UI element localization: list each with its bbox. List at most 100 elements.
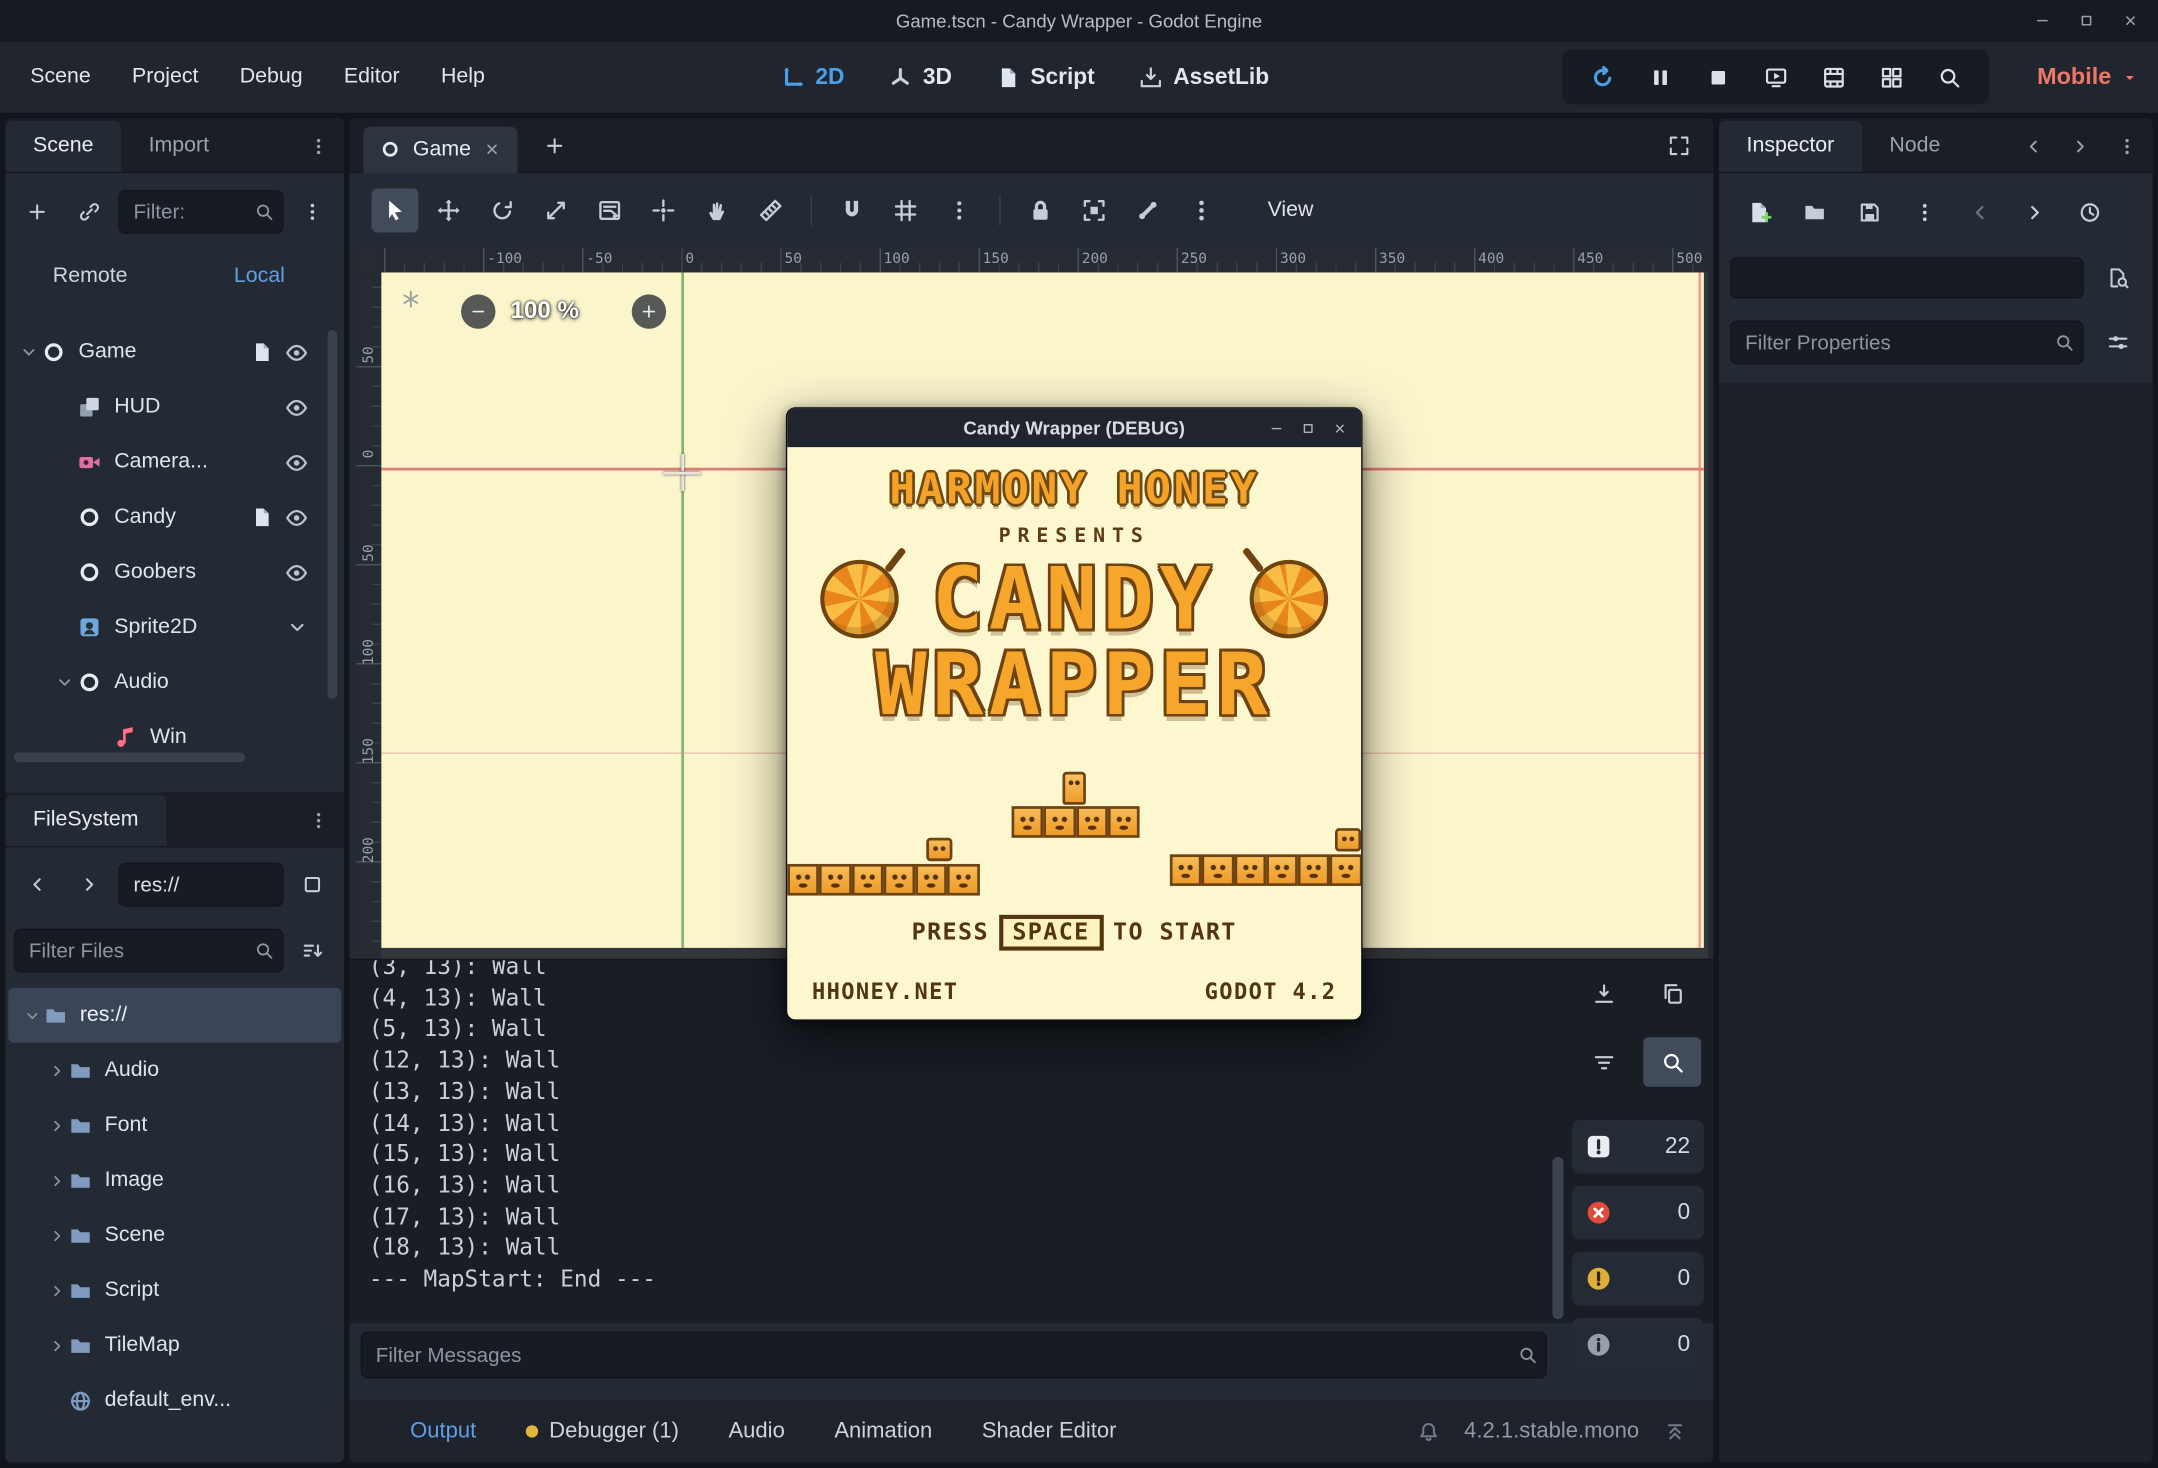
scene-node-audio[interactable]: Audio	[6, 655, 345, 710]
inspector-file-plus-button[interactable]	[1736, 190, 1783, 234]
scenedock-tab-scene[interactable]: Scene	[5, 121, 122, 172]
scene-tree-hscrollbar[interactable]	[13, 752, 245, 763]
bottom-tab-output[interactable]: Output	[391, 1408, 496, 1455]
visibility-toggle[interactable]	[285, 340, 308, 363]
zoom-level[interactable]: 100 %	[511, 296, 579, 325]
script-icon[interactable]	[250, 506, 272, 528]
skeleton-tool-button[interactable]	[1178, 188, 1225, 232]
fs-sort-button[interactable]	[289, 929, 336, 973]
menu-help[interactable]: Help	[422, 54, 504, 101]
expander-icon[interactable]	[17, 343, 42, 362]
inspector-filter-input[interactable]	[1730, 320, 2084, 365]
close-button[interactable]	[2122, 12, 2139, 29]
scene-node-candy[interactable]: Candy	[6, 490, 345, 545]
expander-icon[interactable]	[44, 1171, 69, 1189]
local-button[interactable]: Local	[175, 250, 344, 302]
expander-icon[interactable]	[52, 673, 77, 692]
mode-2d[interactable]: 2D	[781, 64, 844, 90]
expander-icon[interactable]	[44, 1226, 69, 1244]
property-filter-options-button[interactable]	[2095, 321, 2142, 365]
inspector-folder-button[interactable]	[1791, 190, 1838, 234]
fs-item-script[interactable]: Script	[6, 1263, 345, 1318]
insp-chev-right-button[interactable]	[2059, 125, 2100, 166]
message-count-info[interactable]: 0	[1571, 1317, 1704, 1372]
bottom-tab-animation[interactable]: Animation	[815, 1408, 951, 1455]
close-icon[interactable]	[483, 140, 501, 158]
film-button[interactable]	[1807, 55, 1859, 99]
move-tool-button[interactable]	[425, 188, 472, 232]
scene-node-camera[interactable]: Camera...	[6, 435, 345, 490]
scenedock-tab-import[interactable]: Import	[121, 121, 237, 172]
instantiate-scene-button[interactable]	[66, 190, 113, 234]
game-close-button[interactable]	[1332, 420, 1347, 435]
output-copy-button[interactable]	[1643, 968, 1701, 1018]
fs-item-audio[interactable]: Audio	[6, 1043, 345, 1098]
maximize-button[interactable]	[2078, 12, 2095, 29]
visibility-toggle[interactable]	[285, 506, 308, 529]
expander-icon[interactable]	[44, 1116, 69, 1134]
chevron-down-icon[interactable]	[286, 616, 308, 638]
game-maximize-button[interactable]	[1301, 420, 1316, 435]
bottom-tab-audio[interactable]: Audio	[709, 1408, 804, 1455]
bottom-tab-debugger1[interactable]: Debugger (1)	[507, 1408, 699, 1455]
inspector-save-button[interactable]	[1846, 190, 1893, 234]
game-minimize-button[interactable]	[1269, 420, 1284, 435]
scene-node-game[interactable]: Game	[6, 325, 345, 380]
bone-tool-button[interactable]	[1124, 188, 1171, 232]
scene-node-sprite2d[interactable]: Sprite2D	[6, 600, 345, 655]
bottom-tab-shadereditor[interactable]: Shader Editor	[963, 1408, 1136, 1455]
frames-button[interactable]	[1865, 55, 1917, 99]
message-count-errors[interactable]: 0	[1571, 1185, 1704, 1240]
renderer-dropdown[interactable]: Mobile	[2037, 50, 2139, 105]
notifications-button[interactable]	[1409, 1409, 1448, 1453]
lock-tool-button[interactable]	[1017, 188, 1064, 232]
stop-button[interactable]	[1691, 55, 1743, 99]
pan-tool-button[interactable]	[694, 188, 741, 232]
scene-tree-scrollbar[interactable]	[327, 330, 338, 699]
game-debug-window[interactable]: Candy Wrapper (DEBUG) HARMONY HONEY PRES…	[785, 407, 1363, 1021]
fs-path-input[interactable]	[118, 862, 284, 907]
pivot-tool-button[interactable]	[640, 188, 687, 232]
mode-script[interactable]: Script	[996, 64, 1095, 90]
message-count-warnings[interactable]: 0	[1571, 1251, 1704, 1306]
insp-tab-inspector[interactable]: Inspector	[1718, 121, 1862, 172]
expander-icon[interactable]	[44, 1336, 69, 1354]
dots-v-tool-button[interactable]	[936, 188, 983, 232]
group-tool-button[interactable]	[1071, 188, 1118, 232]
visibility-toggle[interactable]	[285, 396, 308, 419]
list-select-tool-button[interactable]	[586, 188, 633, 232]
scene-node-hud[interactable]: HUD	[6, 380, 345, 435]
rotate-tool-button[interactable]	[479, 188, 526, 232]
menu-editor[interactable]: Editor	[325, 54, 419, 101]
snap-tool-button[interactable]	[829, 188, 876, 232]
fs-dots-v-button[interactable]	[297, 799, 338, 840]
ruler-tool-button[interactable]	[747, 188, 794, 232]
scene-dock-menu-button[interactable]	[289, 190, 336, 234]
visibility-toggle[interactable]	[285, 451, 308, 474]
menu-scene[interactable]: Scene	[11, 54, 110, 101]
fs-forward-button[interactable]	[66, 863, 113, 907]
mode-3d[interactable]: 3D	[888, 64, 952, 90]
fs-item-image[interactable]: Image	[6, 1153, 345, 1208]
new-scene-tab-button[interactable]	[532, 123, 579, 167]
minimize-button[interactable]	[2034, 12, 2051, 29]
output-magnifier-button[interactable]	[1643, 1037, 1702, 1087]
fs-back-button[interactable]	[14, 863, 61, 907]
pause-button[interactable]	[1634, 55, 1686, 99]
open-docs-button[interactable]	[2095, 256, 2142, 300]
game-window-titlebar[interactable]: Candy Wrapper (DEBUG)	[787, 408, 1362, 448]
fs-item-scene[interactable]: Scene	[6, 1208, 345, 1263]
inspector-history-button[interactable]	[2066, 190, 2113, 234]
distraction-free-button[interactable]	[1656, 123, 1703, 167]
insp-chev-left-button[interactable]	[2012, 125, 2053, 166]
output-scrollbar[interactable]	[1552, 1156, 1564, 1320]
inspector-dots-v-button[interactable]	[1901, 190, 1948, 234]
expander-icon[interactable]	[44, 1061, 69, 1079]
view-menu-button[interactable]: View	[1251, 190, 1330, 231]
fs-split-mode-button[interactable]	[289, 863, 336, 907]
output-list-collapse-button[interactable]	[1574, 1037, 1632, 1087]
menu-project[interactable]: Project	[113, 54, 218, 101]
expand-bottom-panel-button[interactable]	[1656, 1409, 1695, 1453]
script-icon[interactable]	[250, 341, 272, 363]
scene-tab-game[interactable]: Game	[363, 125, 518, 173]
